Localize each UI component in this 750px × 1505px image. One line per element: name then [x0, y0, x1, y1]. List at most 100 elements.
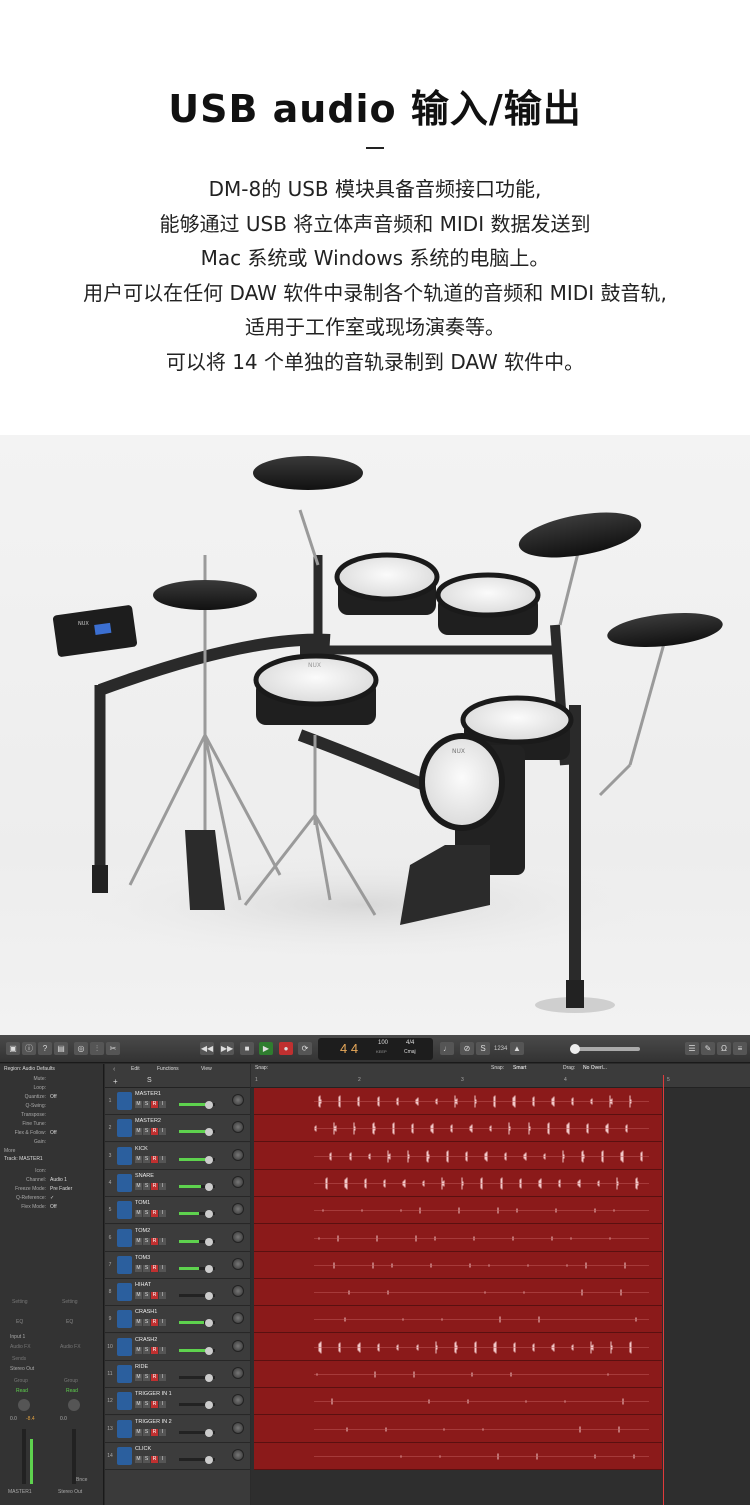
pan-knob[interactable]	[232, 1121, 244, 1134]
solo-button[interactable]: S	[143, 1292, 150, 1300]
functions-menu[interactable]: Functions	[157, 1066, 179, 1072]
track-name[interactable]: SNARE	[135, 1173, 154, 1179]
volume-slider-handle[interactable]	[205, 1182, 213, 1191]
solo-button[interactable]: S	[143, 1210, 150, 1218]
help-icon[interactable]: ?	[38, 1042, 52, 1055]
track-header[interactable]: Track: MASTER1	[4, 1156, 43, 1162]
pan-knob[interactable]	[232, 1230, 244, 1243]
input-monitor-button[interactable]: I	[159, 1210, 166, 1218]
pan-knob[interactable]	[232, 1257, 244, 1270]
master-volume-slider[interactable]	[570, 1044, 640, 1054]
solo-button[interactable]: S	[143, 1374, 150, 1381]
strip-audio-fx[interactable]: Audio FX	[10, 1344, 31, 1350]
volume-slider-handle[interactable]	[205, 1155, 213, 1164]
mute-button[interactable]: M	[135, 1155, 142, 1163]
pan-knob[interactable]	[232, 1094, 244, 1106]
pan-knob[interactable]	[232, 1339, 244, 1352]
inspector-field-value[interactable]: Off	[50, 1094, 57, 1100]
view-menu[interactable]: View	[201, 1066, 212, 1072]
pan-knob[interactable]	[18, 1399, 30, 1411]
volume-slider-handle[interactable]	[205, 1101, 213, 1109]
track-name[interactable]: MASTER2	[135, 1118, 161, 1124]
volume-slider-handle[interactable]	[205, 1455, 213, 1464]
track-header[interactable]: 10 CRASH2 M S R I	[105, 1333, 250, 1361]
audio-region[interactable]	[254, 1170, 662, 1197]
input-monitor-button[interactable]: I	[159, 1237, 166, 1245]
record-enable-button[interactable]: R	[151, 1428, 158, 1436]
volume-slider-handle[interactable]	[205, 1264, 213, 1273]
track-header[interactable]: 5 TOM1 M S R I	[105, 1197, 250, 1225]
mute-button[interactable]: M	[135, 1210, 142, 1218]
track-header[interactable]: 8 HIHAT M S R I	[105, 1279, 250, 1307]
strip-eq[interactable]: EQ	[16, 1319, 23, 1325]
mute-button[interactable]: M	[135, 1455, 142, 1463]
region-header[interactable]: Region: Audio Defaults	[4, 1066, 55, 1072]
pan-knob[interactable]	[232, 1148, 244, 1161]
solo-button[interactable]: S	[143, 1264, 150, 1272]
audio-region[interactable]	[254, 1443, 662, 1470]
strip-automation[interactable]: Read	[16, 1388, 28, 1394]
strip-automation[interactable]: Read	[66, 1388, 78, 1394]
track-header[interactable]: 14 CLICK M S R I	[105, 1442, 250, 1470]
track-header[interactable]: 4 SNARE M S R I	[105, 1169, 250, 1197]
mute-button[interactable]: M	[135, 1237, 142, 1245]
inspector-field-value[interactable]: Off	[50, 1204, 57, 1210]
lcd-display[interactable]: 4 4 100 KEEP 4/4 Cmaj	[318, 1038, 433, 1060]
track-name[interactable]: CLICK	[135, 1446, 151, 1452]
ruler[interactable]: Snap: Snap: Smart Drag: No Overl... 1 2 …	[251, 1064, 750, 1088]
mute-button[interactable]: M	[135, 1182, 142, 1190]
mute-button[interactable]: M	[135, 1128, 142, 1136]
track-name[interactable]: HIHAT	[135, 1282, 151, 1288]
add-track-icon[interactable]: +	[113, 1077, 118, 1086]
mute-button[interactable]: M	[135, 1374, 142, 1381]
volume-slider-handle[interactable]	[205, 1428, 213, 1437]
rewind-button[interactable]: ◀◀	[200, 1042, 214, 1055]
track-name[interactable]: CRASH2	[135, 1337, 157, 1343]
solo-button[interactable]: S	[143, 1155, 150, 1163]
volume-slider-handle[interactable]	[205, 1292, 213, 1301]
solo-button[interactable]: S	[143, 1401, 150, 1409]
input-monitor-button[interactable]: I	[159, 1101, 166, 1108]
record-enable-button[interactable]: R	[151, 1346, 158, 1354]
inspector-field-value[interactable]: Pre Fader	[50, 1186, 72, 1192]
strip-group[interactable]: Group	[64, 1378, 78, 1384]
volume-slider-handle[interactable]	[205, 1128, 213, 1137]
loop-browser-icon[interactable]: Ω	[717, 1042, 731, 1055]
inspector-field-value[interactable]: Audio 1	[50, 1177, 67, 1183]
audio-region[interactable]	[254, 1388, 662, 1416]
mute-button[interactable]: M	[135, 1346, 142, 1354]
mute-button[interactable]: M	[135, 1101, 142, 1108]
audio-region[interactable]	[254, 1416, 662, 1443]
track-name[interactable]: MASTER1	[135, 1091, 161, 1097]
solo-icon[interactable]: S	[476, 1042, 490, 1055]
solo-button[interactable]: S	[143, 1101, 150, 1108]
record-enable-button[interactable]: R	[151, 1319, 158, 1327]
volume-slider-handle[interactable]	[205, 1401, 213, 1410]
track-name[interactable]: TOM3	[135, 1255, 150, 1261]
audio-region[interactable]	[254, 1197, 662, 1225]
drag-value[interactable]: No Overl...	[583, 1065, 607, 1071]
track-name[interactable]: TOM2	[135, 1228, 150, 1234]
audio-region[interactable]	[254, 1306, 662, 1334]
audio-region[interactable]	[254, 1361, 662, 1388]
strip-sends[interactable]: Sends	[12, 1356, 26, 1362]
input-monitor-button[interactable]: I	[159, 1455, 166, 1463]
solo-button[interactable]: S	[143, 1455, 150, 1463]
record-enable-button[interactable]: R	[151, 1210, 158, 1218]
volume-slider-handle[interactable]	[205, 1210, 213, 1219]
record-button[interactable]: ●	[279, 1042, 293, 1055]
track-name[interactable]: RIDE	[135, 1364, 148, 1370]
record-enable-button[interactable]: R	[151, 1401, 158, 1409]
strip-setting[interactable]: Setting	[12, 1299, 28, 1305]
volume-slider-handle[interactable]	[205, 1237, 213, 1246]
strip-group[interactable]: Group	[14, 1378, 28, 1384]
track-header[interactable]: 12 TRIGGER IN 1 MSRI	[105, 1388, 250, 1416]
audio-region[interactable]	[254, 1252, 662, 1279]
editors-icon[interactable]: ✂	[106, 1042, 120, 1055]
record-enable-button[interactable]: R	[151, 1155, 158, 1163]
record-enable-button[interactable]: R	[151, 1264, 158, 1272]
notepad-icon[interactable]: ✎	[701, 1042, 715, 1055]
back-icon[interactable]: ‹	[113, 1066, 115, 1073]
toolbar-icon[interactable]: ▤	[54, 1042, 68, 1055]
volume-slider-handle[interactable]	[205, 1319, 213, 1328]
